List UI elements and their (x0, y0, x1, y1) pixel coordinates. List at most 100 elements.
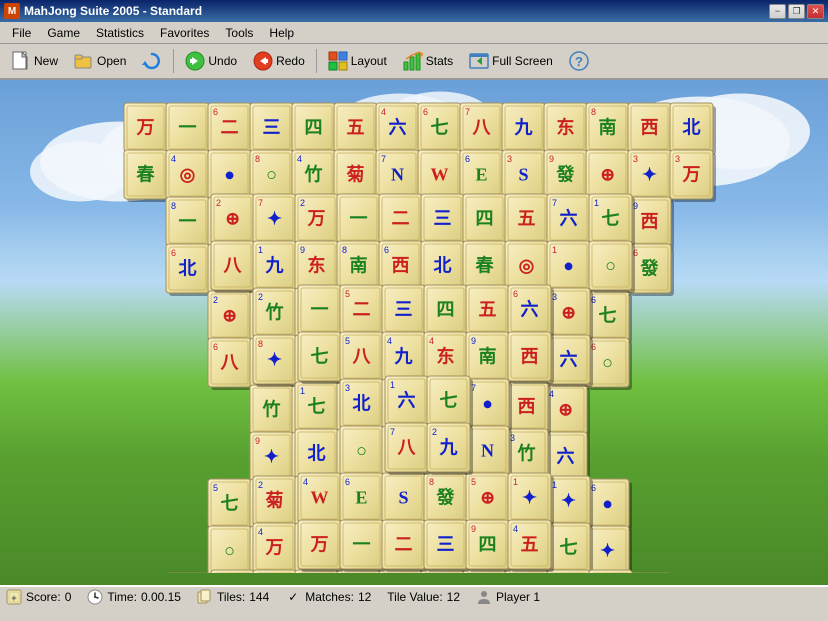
tile[interactable]: S (382, 473, 428, 525)
stats-button[interactable]: Stats (396, 47, 460, 75)
menu-tools[interactable]: Tools (217, 24, 261, 42)
tile[interactable]: ⊕5 (466, 473, 512, 525)
tile[interactable]: 八 (211, 241, 257, 293)
tile[interactable]: ✦8 (253, 335, 299, 387)
refresh-button[interactable] (135, 47, 169, 75)
tile[interactable]: 九2 (427, 423, 473, 475)
fullscreen-button[interactable]: Full Screen (462, 47, 560, 75)
tile[interactable]: 北6 (166, 244, 212, 296)
tile[interactable]: 七1 (589, 194, 635, 246)
tile[interactable]: 二 (382, 520, 428, 572)
tile[interactable]: 万 (124, 103, 170, 155)
tile[interactable]: 八7 (385, 423, 431, 475)
open-button[interactable]: Open (67, 47, 133, 75)
restore-button[interactable]: ❐ (788, 4, 805, 19)
tile[interactable]: 一 (337, 194, 383, 246)
tile-grid[interactable]: 万一二6三四五六4七6八7九东南8西北春◎4●○8竹4菊N7WE6S3發9⊕✦3… (94, 93, 734, 573)
tile[interactable]: 七5 (208, 479, 254, 531)
tile[interactable]: 一 (298, 285, 344, 337)
tile[interactable]: 南9 (466, 332, 512, 384)
tile[interactable]: 东 (544, 103, 590, 155)
tile[interactable]: ○4 (589, 570, 635, 573)
tile[interactable]: 北 (670, 103, 716, 155)
tile[interactable]: 六6 (508, 285, 554, 337)
minimize-button[interactable]: − (769, 4, 786, 19)
menu-game[interactable]: Game (39, 24, 88, 42)
tile[interactable]: ◎4 (166, 150, 212, 202)
tile[interactable]: W4 (298, 473, 344, 525)
tile[interactable]: 竹2 (253, 288, 299, 340)
tile[interactable]: 九 (253, 570, 299, 573)
tile[interactable]: 七6 (418, 103, 464, 155)
tile[interactable]: 發8 (424, 473, 470, 525)
tile[interactable]: ⊕2 (208, 291, 254, 343)
mahjong-board[interactable]: 万一二6三四五六4七6八7九东南8西北春◎4●○8竹4菊N7WE6S3發9⊕✦3… (0, 80, 828, 585)
tile[interactable]: 七 (427, 376, 473, 428)
tile[interactable]: 三 (424, 520, 470, 572)
tile[interactable]: 二 (379, 194, 425, 246)
tile[interactable]: 西 (628, 103, 674, 155)
tile[interactable]: E6 (340, 473, 386, 525)
tile[interactable]: 五 (466, 285, 512, 337)
close-button[interactable]: ✕ (807, 4, 824, 19)
help-button[interactable]: ? (562, 47, 596, 75)
tile[interactable]: 二6 (208, 103, 254, 155)
tile[interactable]: 二5 (340, 285, 386, 337)
tile[interactable]: 七1 (295, 382, 341, 434)
tile[interactable]: 八7 (460, 103, 506, 155)
tile[interactable]: 八6 (208, 338, 254, 390)
tile[interactable]: 一8 (166, 197, 212, 249)
tile[interactable]: 五4 (508, 520, 554, 572)
tile[interactable]: 万2 (295, 194, 341, 246)
tile[interactable]: 六7 (547, 194, 593, 246)
tile[interactable]: ○ (208, 526, 254, 573)
menu-help[interactable]: Help (261, 24, 302, 42)
matches-item: ✓ Matches: 12 (285, 589, 371, 605)
tile[interactable]: 万3 (670, 150, 716, 202)
tile[interactable]: 万4 (253, 523, 299, 573)
new-button[interactable]: New (4, 47, 65, 75)
tile[interactable]: ○ (340, 426, 386, 478)
tile[interactable]: 春 (124, 150, 170, 202)
tile[interactable]: 西 (508, 332, 554, 384)
tile[interactable]: 北3 (340, 379, 386, 431)
redo-button[interactable]: Redo (246, 47, 312, 75)
tile[interactable]: 六4 (376, 103, 422, 155)
tile[interactable]: ●7 (547, 570, 593, 573)
tile[interactable]: ✦1 (508, 473, 554, 525)
tile[interactable]: 九1 (253, 241, 299, 293)
tile[interactable]: 三 (250, 103, 296, 155)
tile[interactable]: ●1 (547, 241, 593, 293)
tile[interactable]: ✦3 (628, 150, 674, 202)
tiles-container[interactable]: 万一二6三四五六4七6八7九东南8西北春◎4●○8竹4菊N7WE6S3發9⊕✦3… (124, 103, 716, 573)
tile[interactable]: ⊕2 (211, 194, 257, 246)
tile[interactable]: 八 (211, 570, 257, 573)
menu-file[interactable]: File (4, 24, 39, 42)
svg-text:2: 2 (258, 292, 263, 302)
tile[interactable]: 三 (421, 194, 467, 246)
menu-favorites[interactable]: Favorites (152, 24, 217, 42)
svg-text:8: 8 (258, 339, 263, 349)
tile[interactable]: ✦7 (253, 194, 299, 246)
tile[interactable]: 三 (382, 285, 428, 337)
tile[interactable]: 四 (292, 103, 338, 155)
tile[interactable]: 万 (298, 520, 344, 572)
layout-button[interactable]: Layout (321, 47, 394, 75)
tile[interactable]: 四 (463, 194, 509, 246)
tile[interactable]: 七 (298, 332, 344, 384)
tile[interactable]: 一 (166, 103, 212, 155)
tile[interactable]: 一 (340, 520, 386, 572)
tile[interactable]: 菊2 (253, 476, 299, 528)
tile[interactable]: 五 (505, 194, 551, 246)
tile[interactable]: 六1 (385, 376, 431, 428)
tile[interactable]: 四9 (466, 520, 512, 572)
tile[interactable]: 竹 (250, 385, 296, 437)
tile[interactable]: 五 (334, 103, 380, 155)
menu-statistics[interactable]: Statistics (88, 24, 152, 42)
tile[interactable]: 八5 (340, 332, 386, 384)
tile[interactable]: 四 (424, 285, 470, 337)
tile[interactable]: 九 (502, 103, 548, 155)
undo-button[interactable]: Undo (178, 47, 244, 75)
tile[interactable]: ○ (589, 241, 635, 293)
tile[interactable]: 南8 (586, 103, 632, 155)
